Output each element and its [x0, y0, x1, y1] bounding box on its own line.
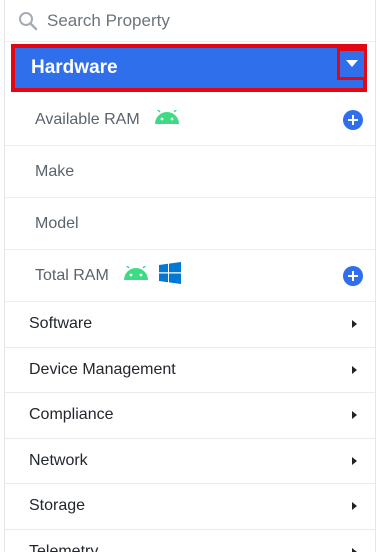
- caret-right-icon: [352, 547, 357, 552]
- android-icon: [154, 108, 180, 129]
- search-icon: [17, 10, 39, 32]
- category-label: Software: [29, 315, 93, 333]
- category-software[interactable]: Software: [5, 302, 375, 348]
- os-icons: [154, 108, 180, 129]
- property-item-make[interactable]: Make: [5, 146, 375, 198]
- search-input[interactable]: [47, 10, 297, 31]
- category-telemetry[interactable]: Telemetry: [5, 530, 375, 552]
- category-label: Telemetry: [29, 542, 99, 552]
- dropdown-toggle-button[interactable]: [337, 48, 367, 80]
- os-icons: [123, 262, 181, 289]
- caret-down-icon: [346, 55, 358, 73]
- category-label: Storage: [29, 497, 86, 515]
- property-item-total-ram[interactable]: Total RAM: [5, 250, 375, 302]
- caret-right-icon: [352, 320, 357, 329]
- category-label: Device Management: [29, 360, 176, 378]
- property-label: Available RAM: [35, 110, 140, 128]
- category-header-hardware[interactable]: Hardware: [11, 44, 367, 92]
- android-icon: [123, 264, 149, 285]
- windows-icon: [158, 262, 181, 289]
- property-label: Make: [35, 162, 75, 180]
- property-label: Total RAM: [35, 266, 109, 284]
- property-picker-panel: Hardware Available RAM: [4, 0, 376, 552]
- property-item-available-ram[interactable]: Available RAM: [5, 94, 375, 146]
- category-device-management[interactable]: Device Management: [5, 348, 375, 393]
- category-compliance[interactable]: Compliance: [5, 393, 375, 439]
- caret-right-icon: [352, 456, 357, 465]
- property-label: Model: [35, 214, 79, 232]
- category-label: Compliance: [29, 406, 114, 424]
- search-bar: [5, 0, 375, 42]
- add-property-button[interactable]: [343, 109, 363, 130]
- caret-right-icon: [352, 411, 357, 420]
- property-item-model[interactable]: Model: [5, 198, 375, 250]
- category-label: Network: [29, 451, 88, 469]
- caret-right-icon: [352, 502, 357, 511]
- category-label-hardware: Hardware: [31, 57, 118, 78]
- add-property-button[interactable]: [343, 265, 363, 286]
- category-hardware[interactable]: Hardware: [5, 42, 375, 94]
- category-storage[interactable]: Storage: [5, 484, 375, 530]
- caret-right-icon: [352, 365, 357, 374]
- category-network[interactable]: Network: [5, 439, 375, 484]
